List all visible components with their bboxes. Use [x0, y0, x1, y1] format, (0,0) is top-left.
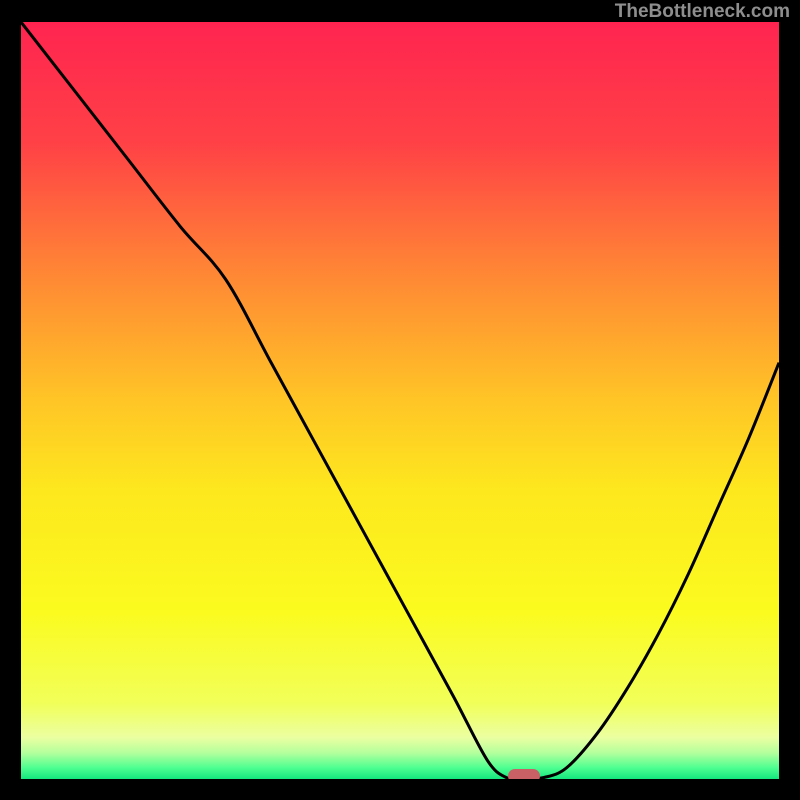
- bottleneck-curve: [21, 22, 779, 779]
- plot-area: [21, 22, 779, 779]
- watermark-text: TheBottleneck.com: [615, 1, 790, 23]
- chart-frame: TheBottleneck.com: [0, 0, 800, 800]
- optimal-marker: [508, 769, 540, 779]
